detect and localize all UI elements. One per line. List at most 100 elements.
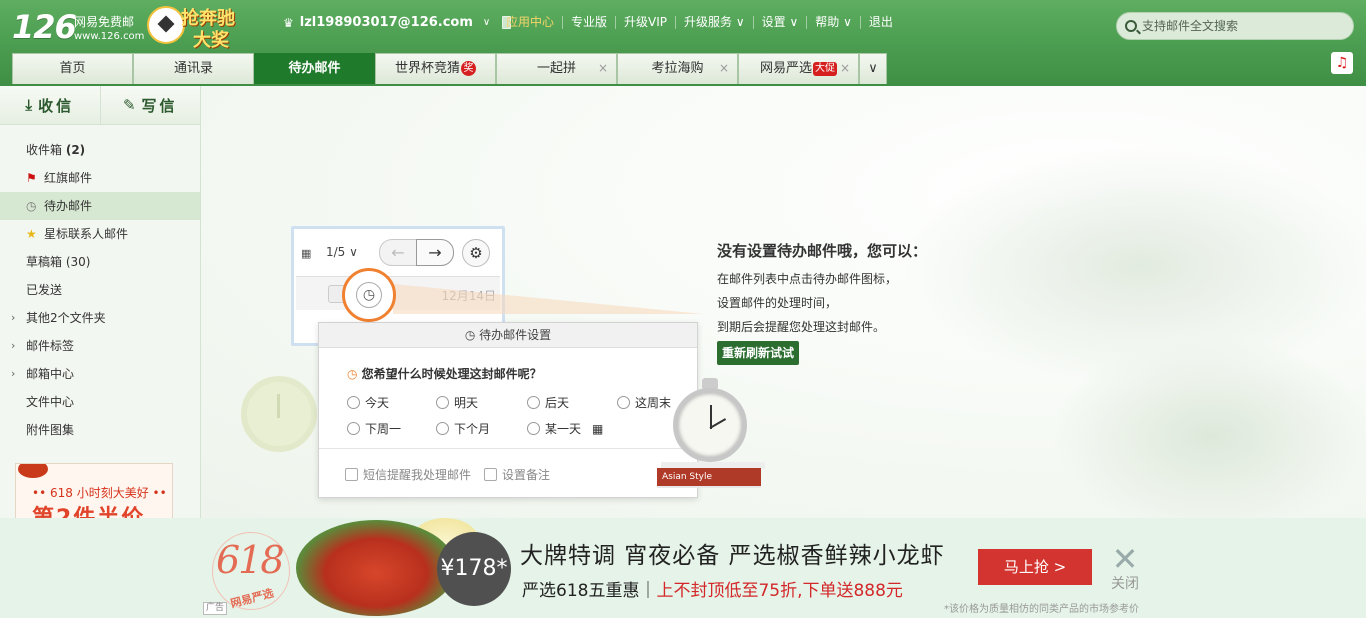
search-box xyxy=(1116,12,1354,40)
tab-label: 首页 xyxy=(59,61,86,76)
option-label: 后天 xyxy=(545,396,570,410)
logo-number: 126 xyxy=(12,8,77,46)
folder-label: 红旗邮件 xyxy=(44,171,93,185)
folder-list: 收件箱 (2) ⚑ 红旗邮件 ◷ 待办邮件 ★ 星标联系人邮件 草稿箱 (30) 已发… xyxy=(0,125,200,444)
prev-arrow-icon: ← xyxy=(379,239,417,266)
folder-tags[interactable]: › 邮件标签 xyxy=(0,332,200,360)
search-icon[interactable] xyxy=(1125,20,1137,32)
nav-pro[interactable]: 专业版 xyxy=(562,16,615,29)
chevron-down-icon: ∨ xyxy=(868,61,878,76)
ad-tag: 广告 xyxy=(203,602,228,615)
close-icon[interactable]: × xyxy=(840,54,850,83)
tab-label: 世界杯竞猜 xyxy=(394,61,460,76)
clock-icon: ◷ xyxy=(26,199,37,213)
sidebar-ad[interactable]: •• 618 小时刻大美好 •• 第2件半价 xyxy=(15,463,173,523)
nav-upgrade-vip[interactable]: 升级VIP xyxy=(615,16,675,29)
tab-more-button[interactable]: ∨ xyxy=(859,53,887,84)
checkbox xyxy=(484,468,497,481)
folder-attachments[interactable]: 附件图集 xyxy=(0,416,200,444)
nav-logout[interactable]: 退出 xyxy=(859,16,901,29)
crayfish-image xyxy=(18,464,48,478)
tab-kaola[interactable]: 考拉海购 × xyxy=(617,53,738,84)
bottom-ad-banner[interactable]: 618 网易严选 广告 ¥178* 大牌特调 宵夜必备 严选椒香鲜辣小龙虾 严选… xyxy=(0,518,1366,618)
crayfish-plate-image xyxy=(296,520,456,616)
dialog-question: ◷ 您希望什么时候处理这封邮件呢？ xyxy=(347,365,542,382)
tab-group-buy[interactable]: 一起拼 × xyxy=(496,53,617,84)
unread-count: (2) xyxy=(65,143,86,157)
folder-file-center[interactable]: 文件中心 xyxy=(0,388,200,416)
logo-domain: www.126.com xyxy=(74,31,145,42)
folder-mailbox-center[interactable]: › 邮箱中心 xyxy=(0,360,200,388)
nav-upgrade-service[interactable]: 升级服务 ∨ xyxy=(675,16,753,29)
nav-app-center[interactable]: 应用中心 xyxy=(498,16,562,29)
close-icon[interactable]: × xyxy=(598,54,608,83)
radio xyxy=(347,422,360,435)
chevron-right-icon[interactable]: › xyxy=(11,332,15,360)
buy-now-button[interactable]: 马上抢 > xyxy=(978,549,1092,585)
folder-starred-contacts[interactable]: ★ 星标联系人邮件 xyxy=(0,220,200,248)
gear-icon: ⚙ xyxy=(462,239,490,267)
tab-yanxuan[interactable]: 网易严选 大促 × xyxy=(738,53,859,84)
close-icon[interactable]: × xyxy=(719,54,729,83)
clock-face xyxy=(673,388,747,462)
next-arrow-icon: → xyxy=(416,239,454,266)
tab-label: 待办邮件 xyxy=(288,61,341,76)
todo-icon-highlight: ◷ xyxy=(342,268,396,322)
ad-title: 大牌特调 宵夜必备 严选椒香鲜辣小龙虾 xyxy=(520,543,945,569)
folder-drafts[interactable]: 草稿箱 (30) xyxy=(0,248,200,276)
promo-line-2: 大奖 xyxy=(193,30,229,51)
main-content: ▦ 1/5 ∨ ← → ⚙ 12月14日 ◷ ◷ 待办邮件设置 ◷ 您希望什么时… xyxy=(201,86,1366,518)
chevron-right-icon[interactable]: › xyxy=(11,304,15,332)
account-email: lzl198903017@126.com xyxy=(299,15,473,30)
option-some-day: 某一天 ▦ xyxy=(527,420,603,437)
nav-settings[interactable]: 设置 ∨ xyxy=(752,16,807,29)
ad-subtitle-red: 上不封顶低至75折,下单送888元 xyxy=(656,581,903,601)
calendar-icon: ▦ xyxy=(301,247,312,260)
logo-title: 网易免费邮 xyxy=(74,15,135,29)
ad-subtitle-black: 严选618五重惠｜ xyxy=(522,581,657,601)
benz-promo-logo[interactable]: 抢奔驰 大奖 xyxy=(147,4,247,51)
close-ad-button[interactable]: ✕ 关闭 xyxy=(1108,542,1142,596)
folder-label: 待办邮件 xyxy=(44,199,93,213)
tab-worldcup[interactable]: 世界杯竞猜奖 xyxy=(375,53,496,84)
refresh-button[interactable]: 重新刷新试试 xyxy=(717,341,800,365)
folder-red-flag[interactable]: ⚑ 红旗邮件 xyxy=(0,164,200,192)
folder-label: 已发送 xyxy=(26,283,63,297)
folder-other[interactable]: › 其他2个文件夹 xyxy=(0,304,200,332)
account-menu[interactable]: ♛ lzl198903017@126.com ∨ xyxy=(283,15,512,30)
folder-todo[interactable]: ◷ 待办邮件 xyxy=(0,192,200,220)
folder-label: 邮箱中心 xyxy=(26,367,75,381)
dialog-title: 待办邮件设置 xyxy=(479,328,552,342)
folder-inbox[interactable]: 收件箱 (2) xyxy=(0,136,200,164)
tip-line: 设置邮件的处理时间， xyxy=(717,296,838,310)
compose-button[interactable]: ✎ 写信 xyxy=(101,86,201,124)
divider xyxy=(319,448,697,449)
search-input[interactable] xyxy=(1142,19,1342,33)
receive-button[interactable]: ⤓ 收信 xyxy=(0,86,101,124)
tab-home[interactable]: 首页 xyxy=(12,53,133,84)
folder-sent[interactable]: 已发送 xyxy=(0,276,200,304)
close-icon: ✕ xyxy=(1111,540,1139,578)
prize-badge: 奖 xyxy=(461,61,476,76)
nav-help[interactable]: 帮助 ∨ xyxy=(806,16,860,29)
fine-print: *该价格为质量相仿的同类产品的市场参考价 xyxy=(944,604,1139,615)
folder-label: 其他2个文件夹 xyxy=(26,311,106,325)
empty-state-tip: 没有设置待办邮件哦，您可以： 在邮件列表中点击待办邮件图标， 设置邮件的处理时间… xyxy=(717,240,1017,365)
tab-todo-mail[interactable]: 待办邮件 xyxy=(254,53,375,84)
compose-bar: ⤓ 收信 ✎ 写信 xyxy=(0,86,200,125)
radio xyxy=(527,422,540,435)
chevron-right-icon[interactable]: › xyxy=(11,360,15,388)
tab-contacts[interactable]: 通讯录 xyxy=(133,53,254,84)
option-label: 明天 xyxy=(454,396,479,410)
book-illustration: Asian Style xyxy=(657,468,761,486)
compose-label: 写信 xyxy=(141,96,178,115)
promo-badge: 大促 xyxy=(813,62,837,76)
618-logo: 618 网易严选 xyxy=(212,532,292,612)
folder-label: 收件箱 xyxy=(26,143,63,157)
tip-line: 在邮件列表中点击待办邮件图标， xyxy=(717,272,898,286)
music-icon[interactable]: ♫ xyxy=(1331,52,1353,74)
top-nav: 应用中心 专业版 升级VIP 升级服务 ∨ 设置 ∨ 帮助 ∨ 退出 xyxy=(498,16,901,29)
folder-label: 星标联系人邮件 xyxy=(44,227,129,241)
sidebar: ⤓ 收信 ✎ 写信 收件箱 (2) ⚑ 红旗邮件 ◷ 待办邮件 ★ 星标联系人邮件 草… xyxy=(0,86,201,523)
dialog-header: ◷ 待办邮件设置 xyxy=(319,323,697,348)
